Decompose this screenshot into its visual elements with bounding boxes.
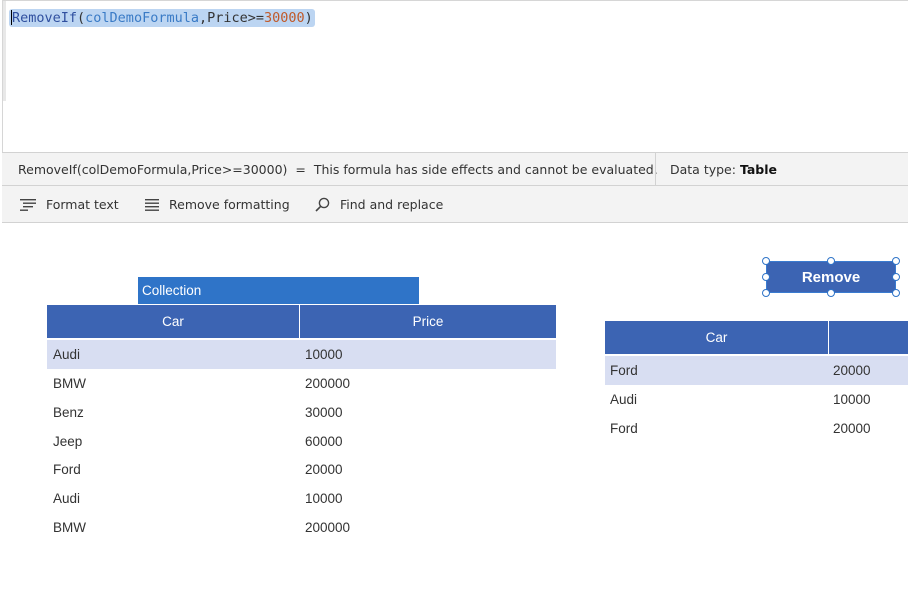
- collection-label[interactable]: Collection: [138, 277, 419, 304]
- status-formula: RemoveIf(colDemoFormula,Price>=30000): [18, 162, 288, 177]
- cell-price: 10000: [305, 347, 343, 362]
- remove-formatting-label: Remove formatting: [169, 197, 290, 212]
- table-row[interactable]: Ford 20000: [47, 455, 556, 484]
- result-data-table[interactable]: Car Ford 20000 Audi 10000 Ford 20000: [605, 321, 908, 451]
- formula-condition: ,Price>=: [198, 10, 264, 26]
- formula-text[interactable]: RemoveIf(colDemoFormula,Price>=30000): [9, 9, 315, 27]
- data-type-label: Data type:: [670, 162, 736, 177]
- status-message: This formula has side effects and cannot…: [313, 162, 658, 177]
- status-data-type: Data type: Table: [670, 162, 777, 177]
- formula-number: 30000: [264, 10, 305, 26]
- cell-car: Jeep: [53, 434, 83, 449]
- resize-handle[interactable]: [827, 257, 835, 265]
- search-icon: [315, 197, 330, 212]
- cell-price: 200000: [305, 376, 351, 391]
- status-evaluation: RemoveIf(colDemoFormula,Price>=30000) = …: [18, 162, 658, 177]
- table-row[interactable]: Benz 30000: [47, 398, 556, 427]
- resize-handle[interactable]: [892, 289, 900, 297]
- formula-collection-name: colDemoFormula: [85, 10, 199, 26]
- format-text-icon: [20, 198, 36, 211]
- cell-price: 10000: [305, 491, 343, 506]
- format-text-button[interactable]: Format text: [20, 197, 119, 212]
- resize-handle[interactable]: [762, 257, 770, 265]
- cell-car: Audi: [53, 491, 81, 506]
- cell-car: Ford: [610, 363, 638, 378]
- resize-handle[interactable]: [762, 289, 770, 297]
- cell-car: Ford: [610, 421, 638, 436]
- resize-handle[interactable]: [892, 257, 900, 265]
- data-type-value: Table: [739, 162, 778, 177]
- status-equals: =: [295, 162, 306, 177]
- status-divider: [655, 153, 656, 185]
- column-header-price[interactable]: Price: [299, 305, 556, 338]
- column-header-price[interactable]: [828, 321, 908, 354]
- cell-price: 200000: [305, 520, 351, 535]
- table-row[interactable]: Audi 10000: [47, 340, 556, 369]
- cell-car: BMW: [53, 376, 86, 391]
- table-header: Car Price: [47, 305, 556, 338]
- remove-formatting-icon: [145, 198, 159, 211]
- cell-car: BMW: [53, 520, 86, 535]
- resize-handle[interactable]: [892, 273, 900, 281]
- cell-car: Audi: [610, 392, 638, 407]
- collection-data-table[interactable]: Car Price Audi 10000 BMW 200000 Benz 300…: [47, 305, 556, 545]
- cell-price: 60000: [305, 434, 343, 449]
- find-replace-button[interactable]: Find and replace: [315, 197, 443, 212]
- table-row[interactable]: Ford 20000: [605, 356, 908, 385]
- cell-price: 20000: [833, 421, 871, 436]
- resize-handle[interactable]: [827, 289, 835, 297]
- cell-price: 20000: [833, 363, 871, 378]
- formula-toolbar: Format text Remove formatting Find and r…: [2, 186, 908, 223]
- table-row[interactable]: Audi 10000: [605, 385, 908, 414]
- remove-formatting-button[interactable]: Remove formatting: [145, 197, 290, 212]
- find-replace-label: Find and replace: [340, 197, 444, 212]
- formula-status-bar: RemoveIf(colDemoFormula,Price>=30000) = …: [2, 152, 908, 186]
- table-row[interactable]: BMW 200000: [47, 369, 556, 398]
- cell-price: 20000: [305, 462, 343, 477]
- cell-price: 30000: [305, 405, 343, 420]
- editor-gutter: [3, 1, 6, 101]
- formula-paren-close: ): [304, 10, 313, 26]
- cell-car: Benz: [53, 405, 84, 420]
- formula-editor[interactable]: RemoveIf(colDemoFormula,Price>=30000): [2, 0, 908, 152]
- cell-car: Ford: [53, 462, 81, 477]
- table-row[interactable]: BMW 200000: [47, 513, 556, 542]
- table-header: Car: [605, 321, 908, 354]
- cell-car: Audi: [53, 347, 81, 362]
- table-row[interactable]: Audi 10000: [47, 484, 556, 513]
- table-row[interactable]: Ford 20000: [605, 414, 908, 443]
- table-row[interactable]: Jeep 60000: [47, 427, 556, 456]
- column-header-car[interactable]: Car: [47, 305, 299, 338]
- resize-handle[interactable]: [762, 273, 770, 281]
- formula-function: RemoveIf: [12, 10, 78, 26]
- column-header-car[interactable]: Car: [605, 321, 828, 354]
- format-text-label: Format text: [46, 197, 119, 212]
- formula-paren-open: (: [77, 10, 86, 26]
- cell-price: 10000: [833, 392, 871, 407]
